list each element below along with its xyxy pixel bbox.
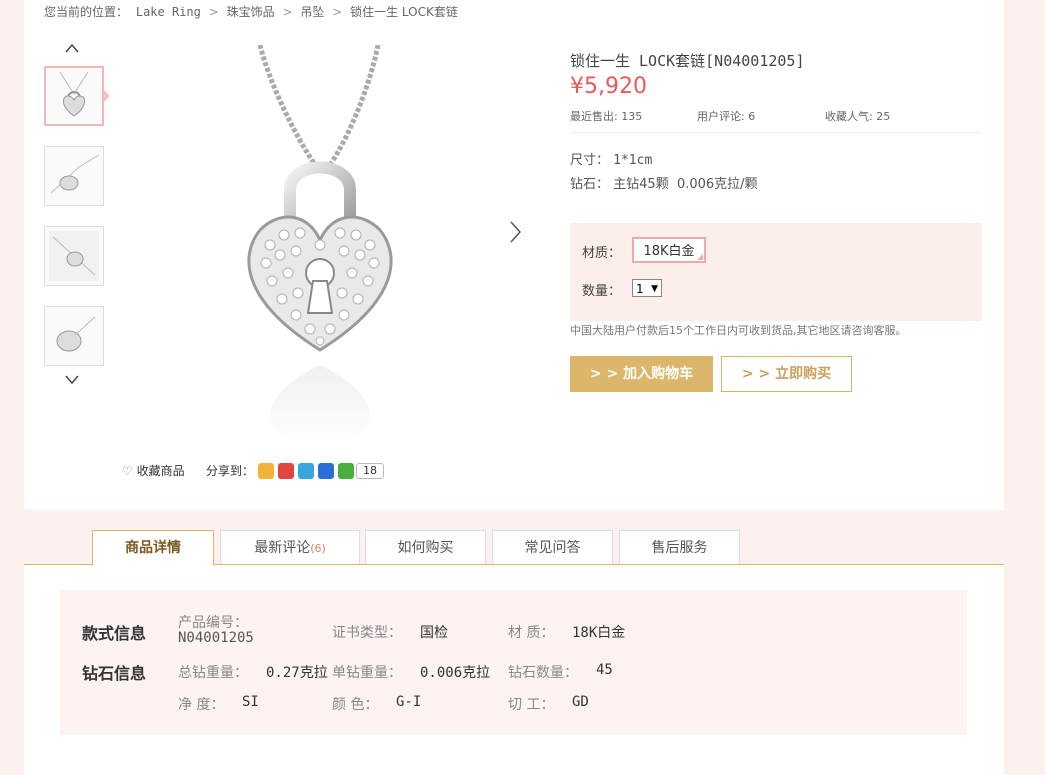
clarity-value: SI bbox=[242, 694, 259, 710]
breadcrumb-prefix: 您当前的位置： bbox=[44, 5, 129, 19]
tencent-weibo-share-icon[interactable] bbox=[298, 462, 315, 479]
cert-label: 证书类型： bbox=[332, 625, 402, 641]
breadcrumb-link-home[interactable]: Lake Ring bbox=[136, 5, 201, 19]
dropdown-caret-icon: ▼ bbox=[651, 284, 658, 294]
more-share-icon[interactable] bbox=[338, 462, 355, 479]
thumbnail-3[interactable] bbox=[44, 226, 104, 286]
size-spec: 尺寸： 1*1cm bbox=[570, 149, 652, 168]
divider bbox=[570, 132, 982, 133]
shipping-notice: 中国大陆用户付款后15个工作日内可收到货品,其它地区请咨询客服。 bbox=[570, 324, 907, 337]
material-option-18k-white-gold[interactable]: 18K白金 bbox=[632, 237, 706, 263]
diamond-count-label: 钻石数量： bbox=[508, 665, 578, 681]
single-weight-label: 单钻重量： bbox=[332, 665, 402, 681]
total-weight-value: 0.27克拉 bbox=[266, 665, 328, 681]
tab-label: 常见问答 bbox=[524, 540, 581, 556]
diamond-count-value: 45 bbox=[596, 662, 613, 678]
tab-product-details[interactable]: 商品详情 bbox=[92, 530, 214, 566]
diamond-info-heading: 钻石信息 bbox=[82, 664, 147, 683]
necklace-thumbnail-icon bbox=[49, 231, 99, 281]
qzone-share-icon[interactable] bbox=[258, 462, 275, 479]
color-label: 颜 色： bbox=[332, 697, 379, 713]
breadcrumb: 您当前的位置： Lake Ring > 珠宝饰品 > 吊坠 > 锁住一生 LOC… bbox=[44, 3, 458, 20]
tab-latest-reviews[interactable]: 最新评论(6) bbox=[220, 530, 360, 564]
style-info-heading: 款式信息 bbox=[82, 624, 147, 643]
heart-icon: ♡ bbox=[122, 464, 133, 478]
diamond-value: 主钻45颗 0.006克拉/颗 bbox=[613, 177, 758, 192]
next-image-arrow-icon[interactable] bbox=[505, 218, 525, 246]
tab-faq[interactable]: 常见问答 bbox=[492, 530, 613, 564]
cut-value: GD bbox=[572, 694, 589, 710]
total-weight-label: 总钻重量： bbox=[178, 665, 248, 681]
reviews-stat[interactable]: 用户评论: 6 bbox=[697, 108, 755, 124]
tab-label: 最新评论 bbox=[254, 540, 311, 556]
product-image-lock-necklace bbox=[247, 45, 393, 445]
tab-review-count: (6) bbox=[310, 542, 326, 555]
size-label: 尺寸： bbox=[570, 153, 610, 168]
color-value: G-I bbox=[396, 694, 422, 710]
breadcrumb-separator: > bbox=[282, 5, 293, 19]
share-bar: 分享到： 18 bbox=[206, 462, 385, 479]
renren-share-icon[interactable] bbox=[318, 462, 335, 479]
thumbnail-1[interactable] bbox=[44, 66, 104, 126]
breadcrumb-separator: > bbox=[332, 5, 343, 19]
thumbnail-4[interactable] bbox=[44, 306, 104, 366]
product-no-value: N04001205 bbox=[178, 630, 254, 646]
breadcrumb-link-pendant[interactable]: 吊坠 bbox=[300, 3, 324, 20]
share-label: 分享到： bbox=[206, 464, 255, 478]
favorite-label: 收藏商品 bbox=[136, 464, 185, 478]
clarity-label: 净 度： bbox=[178, 697, 225, 713]
necklace-thumbnail-icon bbox=[59, 71, 89, 117]
material-detail-label: 材 质： bbox=[508, 625, 555, 641]
quantity-label: 数量： bbox=[582, 284, 622, 299]
product-no-label: 产品编号： bbox=[178, 615, 248, 631]
tab-label: 售后服务 bbox=[651, 540, 708, 556]
material-label: 材质： bbox=[582, 246, 622, 261]
quantity-value: 1 bbox=[636, 282, 644, 296]
tab-label: 商品详情 bbox=[125, 540, 181, 556]
cut-label: 切 工： bbox=[508, 697, 555, 713]
material-detail-value: 18K白金 bbox=[572, 625, 626, 641]
thumbnail-up-arrow-icon[interactable] bbox=[64, 42, 80, 54]
single-weight-value: 0.006克拉 bbox=[420, 665, 491, 681]
breadcrumb-current: 锁住一生 LOCK套链 bbox=[350, 5, 458, 19]
diamond-label: 钻石： bbox=[570, 177, 610, 192]
tab-label: 如何购买 bbox=[397, 540, 454, 556]
active-thumbnail-pointer bbox=[104, 90, 110, 102]
buy-now-button[interactable]: > > 立即购买 bbox=[721, 356, 852, 392]
thumbnail-2[interactable] bbox=[44, 146, 104, 206]
cert-value: 国检 bbox=[420, 625, 448, 641]
sold-stat: 最近售出: 135 bbox=[570, 110, 643, 123]
favorites-stat: 收藏人气: 25 bbox=[825, 110, 891, 123]
share-count: 18 bbox=[356, 462, 385, 479]
weibo-share-icon[interactable] bbox=[278, 462, 295, 479]
tab-after-sales[interactable]: 售后服务 bbox=[619, 530, 740, 564]
breadcrumb-separator: > bbox=[208, 5, 219, 19]
product-title: 锁住一生 LOCK套链[N04001205] bbox=[570, 52, 805, 70]
quantity-select[interactable]: 1 ▼ bbox=[632, 279, 662, 297]
breadcrumb-link-jewelry[interactable]: 珠宝饰品 bbox=[227, 3, 275, 20]
product-price: ¥5,920 bbox=[570, 74, 647, 99]
size-value: 1*1cm bbox=[613, 153, 653, 168]
thumbnail-down-arrow-icon[interactable] bbox=[64, 374, 80, 386]
add-to-cart-button[interactable]: > > 加入购物车 bbox=[570, 356, 713, 392]
favorite-button[interactable]: ♡ 收藏商品 bbox=[122, 462, 185, 479]
necklace-thumbnail-icon bbox=[56, 316, 96, 352]
diamond-spec: 钻石： 主钻45颗 0.006克拉/颗 bbox=[570, 173, 758, 192]
necklace-thumbnail-icon bbox=[50, 154, 100, 194]
tab-how-to-buy[interactable]: 如何购买 bbox=[365, 530, 486, 564]
